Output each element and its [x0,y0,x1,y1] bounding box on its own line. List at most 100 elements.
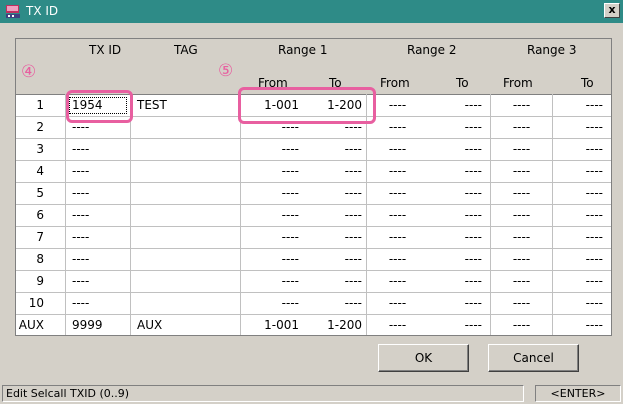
cell-txid[interactable]: ---- [72,293,130,313]
cell-tag[interactable]: AUX [137,315,240,335]
cell-r1to[interactable]: ---- [308,293,362,313]
close-icon: x [608,3,616,16]
row-divider [16,314,611,315]
row-divider [16,204,611,205]
cell-r2from[interactable]: ---- [367,293,428,313]
cell-r2from[interactable]: ---- [367,315,428,335]
cell-r2to[interactable]: ---- [429,271,482,291]
cell-r3to[interactable]: ---- [553,95,603,115]
cell-r3from[interactable]: ---- [491,183,552,203]
cell-r1to[interactable]: ---- [308,249,362,269]
cell-r3from[interactable]: ---- [491,139,552,159]
cell-r2from[interactable]: ---- [367,249,428,269]
cell-r2from[interactable]: ---- [367,117,428,137]
cell-r1to[interactable]: 1-200 [308,315,362,335]
cell-r2from[interactable]: ---- [367,271,428,291]
cell-r3from[interactable]: ---- [491,315,552,335]
cell-r3to[interactable]: ---- [553,271,603,291]
cell-tag[interactable] [137,205,240,225]
cell-r3from[interactable]: ---- [491,117,552,137]
cell-txid[interactable]: ---- [72,271,130,291]
cell-r2to[interactable]: ---- [429,95,482,115]
cell-r1from[interactable]: ---- [241,271,299,291]
table-row[interactable]: 3 ---- ---- ---- ---- ---- ---- ---- [16,139,611,159]
cell-r3to[interactable]: ---- [553,183,603,203]
cell-r1to[interactable]: ---- [308,161,362,181]
cell-r2to[interactable]: ---- [429,117,482,137]
header-range3-to: To [581,76,594,90]
cell-tag[interactable] [137,227,240,247]
table-row[interactable]: 9 ---- ---- ---- ---- ---- ---- ---- [16,271,611,291]
cell-r2to[interactable]: ---- [429,183,482,203]
cell-num: 9 [36,274,44,288]
table-row[interactable]: 8 ---- ---- ---- ---- ---- ---- ---- [16,249,611,269]
cell-r2from[interactable]: ---- [367,227,428,247]
cell-r1from[interactable]: ---- [241,293,299,313]
cell-r2to[interactable]: ---- [429,227,482,247]
cell-r1from[interactable]: ---- [241,161,299,181]
table-row[interactable]: 6 ---- ---- ---- ---- ---- ---- ---- [16,205,611,225]
cell-r1to[interactable]: ---- [308,205,362,225]
cell-r1to[interactable]: ---- [308,183,362,203]
cell-tag[interactable] [137,271,240,291]
table-row[interactable]: 5 ---- ---- ---- ---- ---- ---- ---- [16,183,611,203]
cell-r3to[interactable]: ---- [553,249,603,269]
cell-tag[interactable] [137,293,240,313]
cell-r3from[interactable]: ---- [491,271,552,291]
cell-r3to[interactable]: ---- [553,161,603,181]
cell-r1from[interactable]: ---- [241,183,299,203]
cell-r1to[interactable]: ---- [308,271,362,291]
table-row[interactable]: 4 ---- ---- ---- ---- ---- ---- ---- [16,161,611,181]
cell-r1to[interactable]: ---- [308,139,362,159]
cell-r2from[interactable]: ---- [367,139,428,159]
cell-tag[interactable] [137,117,240,137]
cell-r2to[interactable]: ---- [429,205,482,225]
cell-r1from[interactable]: ---- [241,227,299,247]
cell-r3to[interactable]: ---- [553,139,603,159]
cell-r3to[interactable]: ---- [553,117,603,137]
cell-r3from[interactable]: ---- [491,293,552,313]
table-row[interactable]: 10 ---- ---- ---- ---- ---- ---- ---- [16,293,611,313]
cell-r1from[interactable]: 1-001 [241,315,299,335]
cell-r3from[interactable]: ---- [491,95,552,115]
cell-r3from[interactable]: ---- [491,161,552,181]
cell-r2from[interactable]: ---- [367,205,428,225]
cell-txid[interactable]: ---- [72,161,130,181]
cell-r2from[interactable]: ---- [367,95,428,115]
cell-r3to[interactable]: ---- [553,315,603,335]
cell-txid[interactable]: ---- [72,139,130,159]
cell-r3to[interactable]: ---- [553,293,603,313]
cell-r1from[interactable]: ---- [241,249,299,269]
cell-txid[interactable]: 9999 [72,315,130,335]
cell-r2to[interactable]: ---- [429,315,482,335]
cell-r2to[interactable]: ---- [429,161,482,181]
cell-tag[interactable] [137,249,240,269]
cell-txid[interactable]: ---- [72,183,130,203]
cell-txid[interactable]: ---- [72,227,130,247]
table-row[interactable]: 7 ---- ---- ---- ---- ---- ---- ---- [16,227,611,247]
cell-txid[interactable]: ---- [72,249,130,269]
cell-r2to[interactable]: ---- [429,139,482,159]
table-row[interactable]: AUX 9999 AUX 1-001 1-200 ---- ---- ---- ---- [16,315,611,335]
title-bar: TX ID x [0,0,623,23]
ok-button[interactable]: OK [378,344,469,372]
cell-r1to[interactable]: ---- [308,227,362,247]
cell-tag[interactable] [137,183,240,203]
cell-r2to[interactable]: ---- [429,293,482,313]
cell-r3from[interactable]: ---- [491,205,552,225]
close-button[interactable]: x [604,3,620,18]
cell-r3from[interactable]: ---- [491,249,552,269]
cell-txid[interactable]: ---- [72,205,130,225]
cell-tag[interactable]: TEST [137,95,240,115]
cell-r3to[interactable]: ---- [553,205,603,225]
cancel-button[interactable]: Cancel [488,344,579,372]
cell-tag[interactable] [137,139,240,159]
cell-tag[interactable] [137,161,240,181]
cell-r1from[interactable]: ---- [241,205,299,225]
cell-r3to[interactable]: ---- [553,227,603,247]
cell-r2from[interactable]: ---- [367,161,428,181]
cell-r3from[interactable]: ---- [491,227,552,247]
cell-r2to[interactable]: ---- [429,249,482,269]
cell-r2from[interactable]: ---- [367,183,428,203]
cell-r1from[interactable]: ---- [241,139,299,159]
